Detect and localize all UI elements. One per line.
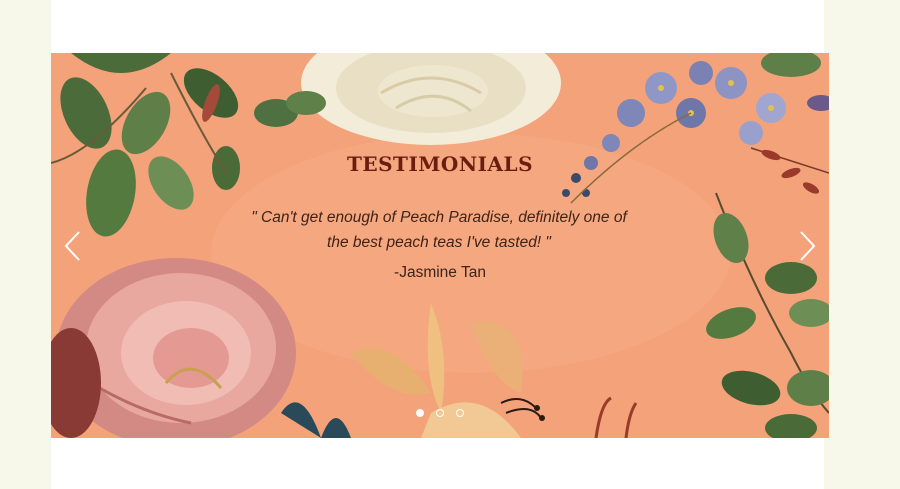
next-slide-button[interactable] — [795, 229, 819, 263]
testimonial-quote: " Can't get enough of Peach Paradise, de… — [251, 209, 627, 251]
testimonial-author: -Jasmine Tan — [394, 264, 486, 281]
slide-dot[interactable] — [456, 409, 464, 417]
chevron-right-icon — [800, 231, 816, 261]
slide-dot[interactable] — [416, 409, 424, 417]
slide-dot[interactable] — [436, 409, 444, 417]
testimonials-heading: TESTIMONIALS — [346, 152, 534, 176]
testimonials-slideshow: TESTIMONIALS " Can't get enough of Peach… — [51, 53, 829, 438]
previous-slide-button[interactable] — [61, 229, 85, 263]
slide-indicators — [416, 409, 464, 417]
white-rose-illustration — [301, 53, 561, 145]
chevron-left-icon — [64, 231, 80, 261]
